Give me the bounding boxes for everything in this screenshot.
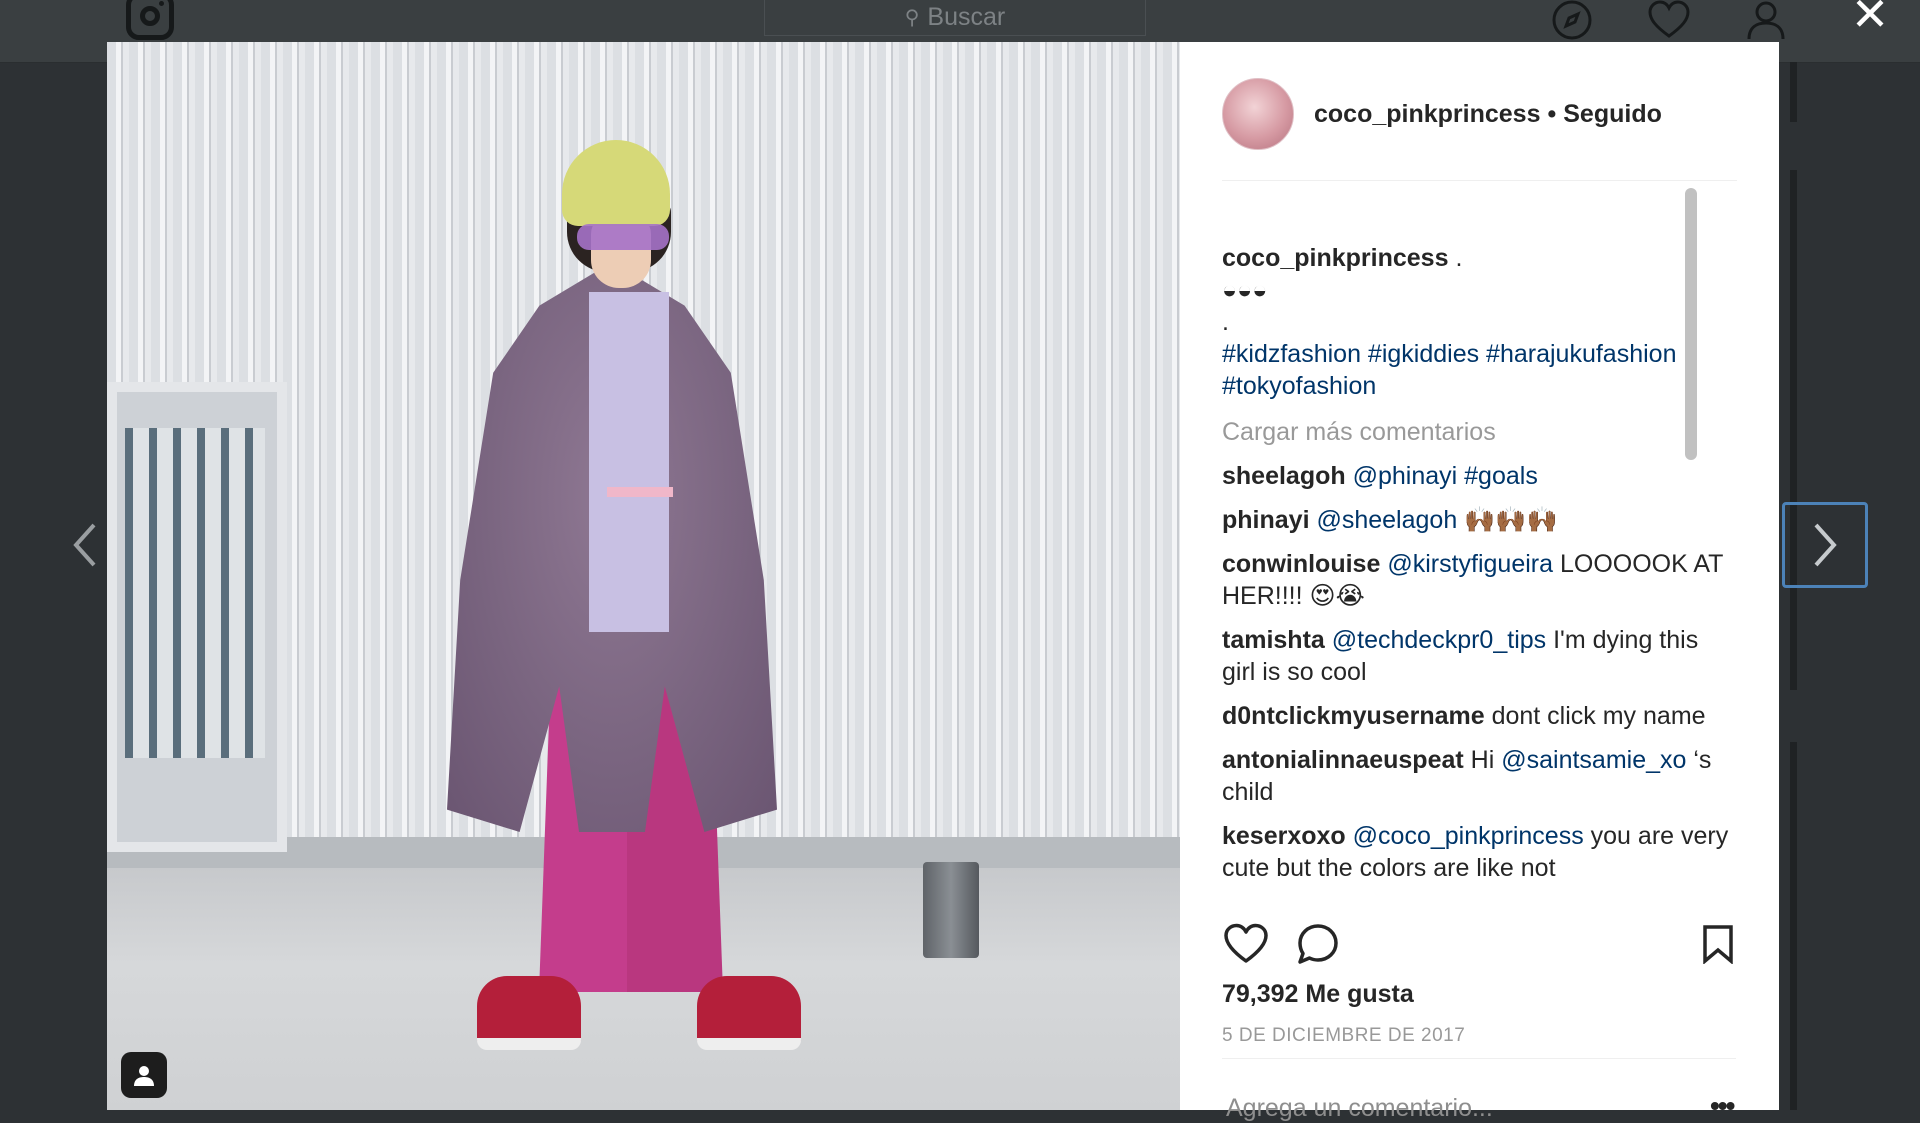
comment-mention[interactable]: @coco_pinkprincess — [1353, 822, 1584, 850]
divider — [1222, 1058, 1736, 1059]
caption: coco_pinkprincess . ◒◒◒ . #kidzfashion #… — [1222, 242, 1736, 448]
caption-text: . — [1455, 244, 1463, 272]
photo-figure-belt — [607, 487, 673, 497]
post-photo[interactable] — [107, 42, 1180, 1110]
comments-list[interactable]: coco_pinkprincess . ◒◒◒ . #kidzfashion #… — [1222, 202, 1736, 907]
comment-username[interactable]: d0ntclickmyusername — [1222, 702, 1485, 730]
comment-mention[interactable]: @kirstyfigueira — [1387, 550, 1553, 578]
comment-item: keserxoxo @coco_pinkprincess you are ver… — [1222, 820, 1736, 884]
post-author: coco_pinkprincess • Seguido — [1314, 100, 1662, 129]
author-username[interactable]: coco_pinkprincess — [1314, 100, 1540, 128]
comment-item: tamishta @techdeckpr0_tips I'm dying thi… — [1222, 624, 1736, 688]
next-post-arrow-icon[interactable] — [1782, 502, 1868, 588]
close-icon[interactable]: ✕ — [1848, 0, 1892, 37]
post-header: coco_pinkprincess • Seguido — [1222, 76, 1737, 181]
compass-icon[interactable] — [1549, 0, 1595, 40]
comment-item: antonialinnaeuspeat Hi @saintsamie_xo ‘s… — [1222, 744, 1736, 808]
more-options-icon[interactable]: ••• — [1710, 1090, 1735, 1122]
comment-mention[interactable]: @techdeckpr0_tips — [1332, 626, 1546, 654]
photo-figure-beanie — [562, 140, 670, 226]
likes-count[interactable]: 79,392 Me gusta — [1222, 980, 1414, 1009]
instagram-logo-icon[interactable] — [126, 0, 174, 40]
comment-bubble-icon[interactable] — [1294, 920, 1342, 968]
photo-window-grate — [125, 428, 265, 758]
comment-item: sheelagoh @phinayi #goals — [1222, 460, 1736, 492]
user-tag-icon[interactable] — [121, 1052, 167, 1098]
caption-emoji: ◒◒◒ — [1222, 276, 1268, 304]
background-feed-edge — [1790, 62, 1797, 122]
photo-window — [107, 382, 287, 852]
like-heart-icon[interactable] — [1222, 920, 1270, 968]
comment-username[interactable]: tamishta — [1222, 626, 1325, 654]
comment-mention[interactable]: @sheelagoh — [1316, 506, 1457, 534]
avatar[interactable] — [1222, 78, 1294, 150]
comments-scrollbar[interactable] — [1685, 188, 1697, 460]
background-feed-edge — [1790, 170, 1797, 690]
photo-figure-shoe — [697, 976, 801, 1050]
photo-figure-shoe — [477, 976, 581, 1050]
photo-figure-sunglasses — [577, 224, 669, 250]
background-feed-edge — [1790, 742, 1797, 1110]
comment-username[interactable]: keserxoxo — [1222, 822, 1346, 850]
load-more-comments-link[interactable]: Cargar más comentarios — [1222, 416, 1736, 448]
add-comment-input[interactable]: Agrega un comentario... — [1226, 1094, 1493, 1123]
comment-text: 🙌🏾🙌🏾🙌🏾 — [1464, 506, 1558, 534]
comment-username[interactable]: antonialinnaeuspeat — [1222, 746, 1464, 774]
comment-item: phinayi @sheelagoh 🙌🏾🙌🏾🙌🏾 — [1222, 504, 1736, 536]
comment-item: conwinlouise @kirstyfigueira LOOOOOK AT … — [1222, 548, 1736, 612]
comment-username[interactable]: phinayi — [1222, 506, 1310, 534]
profile-icon[interactable] — [1743, 0, 1789, 40]
post-modal: coco_pinkprincess • Seguido coco_pinkprinc… — [107, 42, 1779, 1122]
bookmark-icon[interactable] — [1694, 920, 1742, 968]
caption-hashtags[interactable]: #kidzfashion #igkiddies #harajukufashion — [1222, 338, 1736, 370]
photo-pipe — [923, 862, 979, 958]
heart-icon[interactable] — [1646, 0, 1692, 40]
comment-text: Hi — [1470, 746, 1495, 774]
comment-mention[interactable]: @phinayi #goals — [1353, 462, 1538, 490]
photo-figure-shirt-front — [589, 292, 669, 632]
follow-status-button[interactable]: Seguido — [1563, 100, 1662, 128]
post-date[interactable]: 5 DE DICIEMBRE DE 2017 — [1222, 1025, 1465, 1047]
previous-post-arrow-icon[interactable] — [60, 510, 110, 580]
search-placeholder: Buscar — [927, 3, 1006, 31]
comment-username[interactable]: conwinlouise — [1222, 550, 1380, 578]
post-actions — [1222, 920, 1736, 970]
caption-hashtags[interactable]: #tokyofashion — [1222, 370, 1736, 402]
comment-text: dont click my name — [1491, 702, 1706, 730]
comment-mention[interactable]: @saintsamie_xo — [1501, 746, 1686, 774]
caption-username[interactable]: coco_pinkprincess — [1222, 244, 1448, 272]
separator-dot: • — [1547, 99, 1557, 128]
comment-username[interactable]: sheelagoh — [1222, 462, 1346, 490]
comment-item: d0ntclickmyusername dont click my name — [1222, 700, 1736, 732]
search-input[interactable]: ⚲ Buscar — [764, 0, 1146, 36]
caption-dot: . — [1222, 308, 1229, 336]
search-icon: ⚲ — [904, 7, 920, 29]
